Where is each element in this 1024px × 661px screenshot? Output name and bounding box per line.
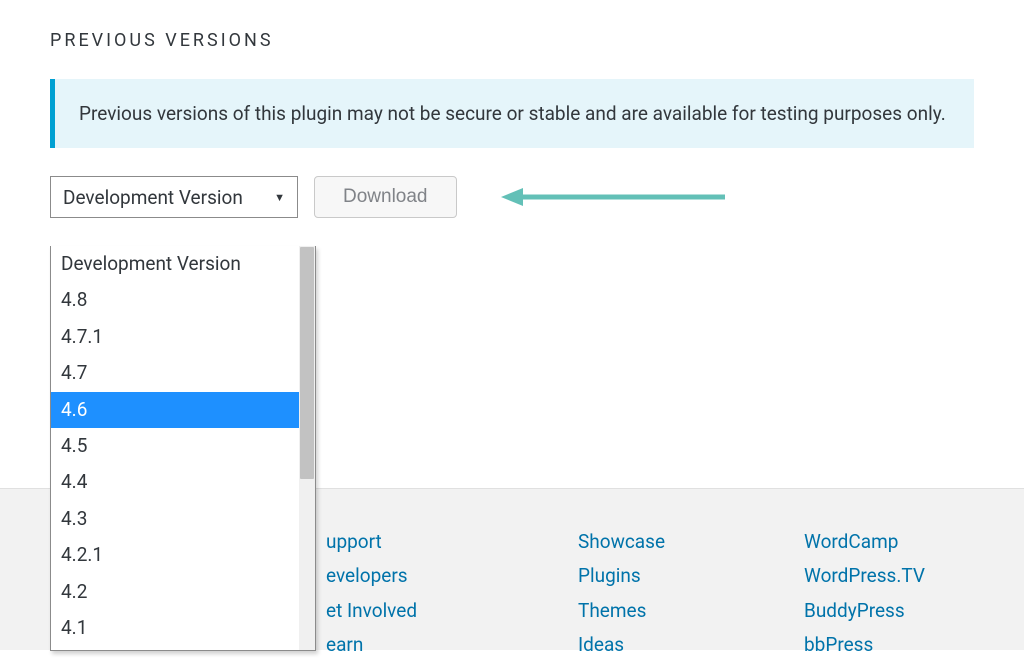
footer-link[interactable]: upport [326,527,578,557]
version-option[interactable]: 4.3 [51,501,315,537]
version-dropdown[interactable]: Development Version4.84.7.14.74.64.54.44… [50,246,316,651]
download-button-label: Download [343,186,428,208]
arrow-annotation-icon [501,185,731,209]
version-option[interactable]: 4.7.1 [51,319,315,355]
version-select-value: Development Version [63,186,243,209]
footer-link[interactable]: BuddyPress [804,596,925,626]
footer-link[interactable]: WordCamp [804,527,925,557]
notice-text: Previous versions of this plugin may not… [79,102,946,125]
version-option[interactable]: 4.7 [51,355,315,391]
footer-link[interactable]: Ideas [578,630,804,660]
version-option[interactable]: 4.4 [51,464,315,500]
footer-link[interactable]: Showcase [578,527,804,557]
version-select[interactable]: Development Version ▼ [50,176,298,218]
version-option[interactable]: 4.1 [51,610,315,646]
footer-link[interactable]: WordPress.TV [804,561,925,591]
footer-link[interactable]: Themes [578,596,804,626]
section-title: PREVIOUS VERSIONS [50,30,974,51]
footer-link[interactable]: Plugins [578,561,804,591]
footer-link[interactable]: evelopers [326,561,578,591]
download-button[interactable]: Download [314,176,457,218]
footer-link[interactable]: earn [326,630,578,660]
version-option[interactable]: 4.2 [51,574,315,610]
chevron-down-icon: ▼ [274,191,285,204]
scrollbar-thumb[interactable] [300,247,314,479]
footer-link[interactable]: bbPress [804,630,925,660]
footer-link[interactable]: et Involved [326,596,578,626]
notice-banner: Previous versions of this plugin may not… [50,79,974,148]
version-option[interactable]: 4.0.2 [51,646,315,650]
version-option[interactable]: 4.5 [51,428,315,464]
version-option[interactable]: 4.8 [51,282,315,318]
version-option[interactable]: Development Version [51,246,315,282]
version-option[interactable]: 4.2.1 [51,537,315,573]
version-option[interactable]: 4.6 [51,392,315,428]
scrollbar-track[interactable] [299,246,315,650]
